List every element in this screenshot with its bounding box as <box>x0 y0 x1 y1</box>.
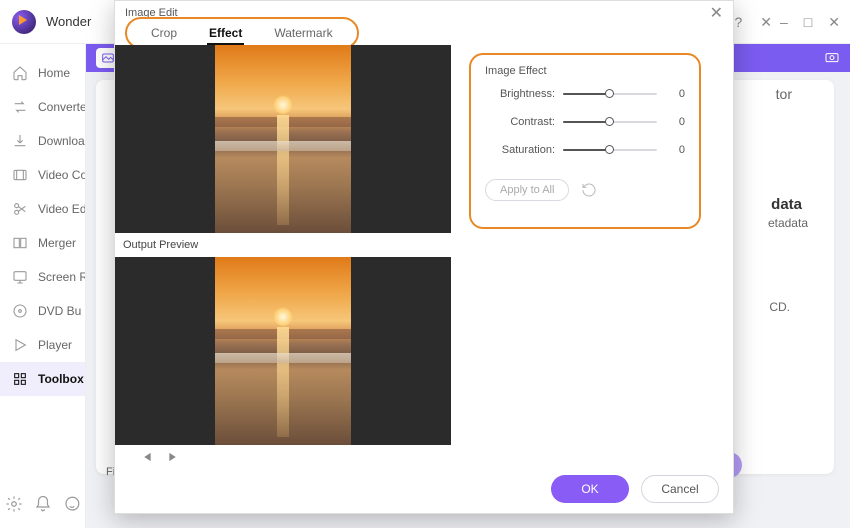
cancel-button[interactable]: Cancel <box>641 475 719 503</box>
brightness-slider[interactable] <box>563 87 657 101</box>
tab-effect[interactable]: Effect <box>193 22 258 44</box>
saturation-value: 0 <box>667 144 685 156</box>
sidebar-item-downloader[interactable]: Download <box>0 124 85 158</box>
contrast-value: 0 <box>667 116 685 128</box>
reset-icon[interactable] <box>581 182 597 198</box>
saturation-label: Saturation: <box>485 144 555 156</box>
back-text-meta-sub: etadata <box>768 216 808 230</box>
surf-glyph <box>215 353 351 363</box>
sidebar-item-home[interactable]: Home <box>0 56 85 90</box>
maximize-icon[interactable]: □ <box>804 14 812 31</box>
dialog-footer: OK Cancel <box>551 475 719 503</box>
sidebar: Home Converter Download Video Co Video E… <box>0 44 86 528</box>
output-preview <box>115 257 451 445</box>
app-logo <box>12 10 36 34</box>
reflection-glyph <box>277 327 289 437</box>
camera-icon[interactable] <box>824 49 840 68</box>
sidebar-item-merger[interactable]: Merger <box>0 226 85 260</box>
brightness-row: Brightness: 0 <box>485 87 685 101</box>
close-icon[interactable]: ✕ <box>828 14 840 31</box>
dialog-close-icon[interactable]: ✕ <box>710 3 723 23</box>
sidebar-item-label: Merger <box>38 236 76 250</box>
output-image <box>215 257 351 445</box>
output-preview-label: Output Preview <box>115 233 451 257</box>
input-preview <box>115 45 451 233</box>
sidebar-item-label: Video Ed <box>38 202 85 216</box>
apply-to-all-button[interactable]: Apply to All <box>485 179 569 201</box>
ok-button[interactable]: OK <box>551 475 629 503</box>
tab-crop[interactable]: Crop <box>135 22 193 44</box>
sidebar-item-player[interactable]: Player <box>0 328 85 362</box>
window-controls-outer: – □ ✕ <box>780 14 840 31</box>
sidebar-item-label: Player <box>38 338 72 352</box>
panel-actions: Apply to All <box>485 179 685 201</box>
sidebar-item-label: Screen R <box>38 270 85 284</box>
sidebar-item-label: Download <box>38 134 85 148</box>
sidebar-item-label: DVD Bu <box>38 304 81 318</box>
transport <box>115 445 451 473</box>
sun-glyph <box>273 307 293 327</box>
help-icon[interactable]: ? <box>734 14 742 31</box>
sidebar-item-screen-recorder[interactable]: Screen R <box>0 260 85 294</box>
next-frame-icon[interactable] <box>167 450 181 469</box>
prev-frame-icon[interactable] <box>139 450 153 469</box>
saturation-row: Saturation: 0 <box>485 143 685 157</box>
contrast-slider[interactable] <box>563 115 657 129</box>
sidebar-bottom <box>0 495 86 518</box>
sidebar-item-video-compressor[interactable]: Video Co <box>0 158 85 192</box>
back-text-meta-title: data <box>771 196 802 213</box>
bell-icon[interactable] <box>34 495 52 518</box>
sidebar-item-converter[interactable]: Converter <box>0 90 85 124</box>
tab-watermark[interactable]: Watermark <box>258 22 348 44</box>
back-text-cd: CD. <box>769 300 790 314</box>
close-inner-icon[interactable]: ✕ <box>760 14 772 31</box>
brightness-label: Brightness: <box>485 88 555 100</box>
contrast-label: Contrast: <box>485 116 555 128</box>
sidebar-item-label: Home <box>38 66 70 80</box>
feedback-icon[interactable] <box>63 495 81 518</box>
sidebar-item-video-editor[interactable]: Video Ed <box>0 192 85 226</box>
sidebar-item-label: Toolbox <box>38 372 84 386</box>
sun-glyph <box>273 95 293 115</box>
panel-title: Image Effect <box>485 65 685 77</box>
contrast-row: Contrast: 0 <box>485 115 685 129</box>
image-edit-dialog: Image Edit ✕ Crop Effect Watermark Outpu… <box>114 0 734 514</box>
reflection-glyph <box>277 115 289 225</box>
back-text-tor: tor <box>776 86 792 102</box>
app-title: Wonder <box>46 14 91 29</box>
settings-icon[interactable] <box>5 495 23 518</box>
sidebar-item-toolbox[interactable]: Toolbox <box>0 362 85 396</box>
image-effect-panel: Image Effect Brightness: 0 Contrast: 0 S… <box>469 53 701 229</box>
sidebar-item-label: Video Co <box>38 168 85 182</box>
sidebar-item-dvd-burner[interactable]: DVD Bu <box>0 294 85 328</box>
sidebar-item-label: Converter <box>38 100 85 114</box>
minimize-icon[interactable]: – <box>780 14 788 31</box>
window-controls-inner: ? ✕ <box>734 14 772 31</box>
input-image <box>215 45 351 233</box>
saturation-slider[interactable] <box>563 143 657 157</box>
surf-glyph <box>215 141 351 151</box>
brightness-value: 0 <box>667 88 685 100</box>
